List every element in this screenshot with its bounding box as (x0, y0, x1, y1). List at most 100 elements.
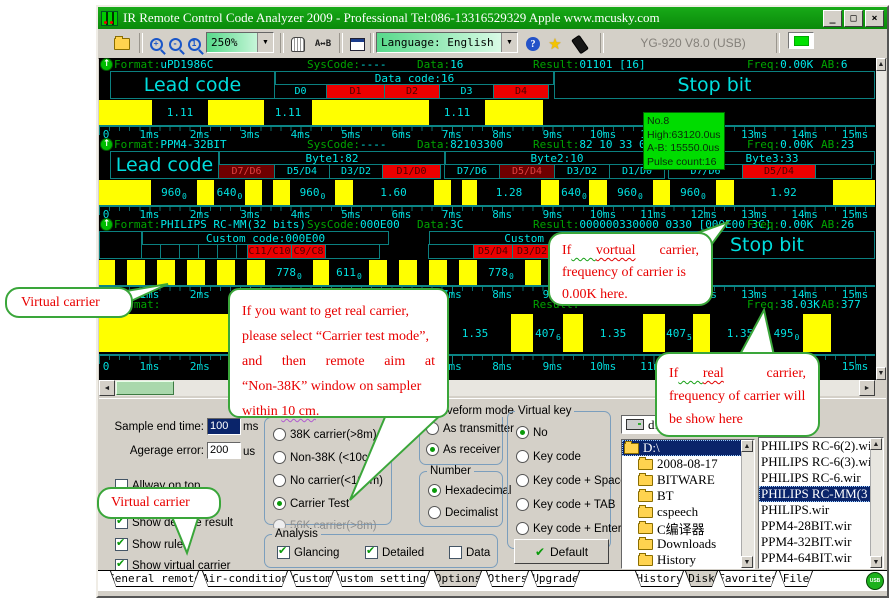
radio-key-code[interactable]: Key code (516, 450, 581, 463)
close-button[interactable]: × (865, 10, 884, 27)
file-name: PHILIPS.wir (761, 502, 829, 518)
segment-label: Custom code:000E00 (142, 231, 389, 245)
folder-item[interactable]: Downloads (622, 536, 754, 552)
sample-end-time-input[interactable]: 100 (207, 418, 241, 435)
radio-decimalist[interactable]: Decimalist (428, 506, 498, 519)
radio-icon (273, 451, 286, 464)
radio-as-transmitter[interactable]: As transmitter (426, 422, 514, 435)
file-name: PPM4-32BIT.wir (761, 534, 851, 550)
header-value: 0.00K (780, 58, 813, 71)
wave-value: 1.35 (727, 327, 754, 340)
tab-upgrade[interactable]: Upgrade (531, 571, 580, 587)
folder-item[interactable]: History (622, 552, 754, 568)
header-value: 0.00K (780, 138, 813, 151)
default-button[interactable]: ✔ Default (514, 539, 609, 564)
scroll-down-button[interactable]: ▼ (741, 556, 753, 568)
row-header: Format:uPD1986CSysCode:----Data:16Result… (99, 58, 875, 71)
folder-item[interactable]: cspeech (622, 504, 754, 520)
wave-mark (99, 260, 115, 285)
file-item[interactable]: PHILIPS RC-6(3).wi (759, 454, 883, 470)
favorites-button[interactable]: ★ (544, 32, 566, 56)
scroll-up-button[interactable]: ▲ (876, 58, 886, 71)
folder-item[interactable]: 2008-08-17 (622, 456, 754, 472)
file-item[interactable]: PPM4-28BIT.wir (759, 518, 883, 534)
radio-key-code-space[interactable]: Key code + Space (516, 474, 627, 487)
radio-non-38k-10cm-[interactable]: Non-38K (<10cm) (273, 451, 381, 464)
radio-key-code-enter[interactable]: Key code + Enter (516, 522, 622, 535)
tab-file[interactable]: File (779, 571, 813, 587)
file-item[interactable]: PHILIPS RC-MM(3 (759, 486, 883, 502)
ab-measure-icon: A↔B (315, 39, 331, 49)
folder-item[interactable]: D:\ (622, 440, 754, 456)
file-item[interactable]: PPM4-64BIT.wir (759, 550, 883, 566)
checkbox-show-ruler[interactable]: Show ruler (115, 538, 187, 551)
folder-item[interactable]: BITWARE (622, 472, 754, 488)
tab-custom[interactable]: Custom (290, 571, 334, 587)
up-arrow-icon[interactable]: ↑ (100, 58, 113, 71)
file-item[interactable]: PHILIPS.wir (759, 502, 883, 518)
checkbox-data[interactable]: Data (449, 546, 490, 559)
toolbar-separator (776, 33, 780, 53)
file-list-scrollbar[interactable]: ▲ ▼ (870, 438, 883, 568)
tab-air-condition[interactable]: Air-condition (202, 571, 288, 587)
help-button[interactable]: ? (522, 32, 544, 56)
folder-item[interactable]: C编译器 (622, 520, 754, 536)
chevron-down-icon[interactable]: ▼ (257, 33, 273, 52)
checkbox-glancing[interactable]: Glancing (277, 546, 339, 559)
radio-carrier-test[interactable]: Carrier Test (273, 497, 349, 510)
scroll-up-button[interactable]: ▲ (870, 438, 882, 450)
file-item[interactable]: PHILIPS RC-6.wir (759, 470, 883, 486)
tab-label: Others (487, 571, 528, 586)
virtual-carrier-callout-left: Virtual carrier (5, 287, 133, 318)
radio-no[interactable]: No (516, 426, 548, 439)
zoom-in-icon: + (150, 38, 163, 51)
tab-disk[interactable]: Disk (685, 571, 718, 587)
vertical-scrollbar[interactable]: ▲ ▼ (876, 58, 886, 380)
up-arrow-icon[interactable]: ↑ (100, 218, 113, 231)
scrollbar-thumb[interactable] (116, 381, 174, 395)
radio-as-receiver[interactable]: As receiver (426, 443, 501, 456)
checkbox-detailed[interactable]: Detailed (365, 546, 424, 559)
measure-ab-button[interactable]: A↔B (310, 32, 336, 56)
file-item[interactable]: PPM4-32BIT.wir (759, 534, 883, 550)
header-label: Format: (114, 218, 160, 231)
chevron-down-icon[interactable]: ▼ (501, 33, 517, 52)
radio-label: Key code (533, 451, 581, 463)
radio-no-carrier-10cm-[interactable]: No carrier(<10cm) (273, 474, 383, 487)
up-arrow-icon[interactable]: ↑ (100, 138, 113, 151)
wave-value: 1.11 (167, 106, 194, 119)
scroll-left-button[interactable]: ◄ (99, 380, 115, 396)
window-view-button[interactable] (345, 32, 369, 56)
scroll-up-button[interactable]: ▲ (741, 440, 753, 452)
scroll-down-button[interactable]: ▼ (870, 556, 882, 568)
bit-cell (179, 244, 199, 259)
file-item[interactable]: PHILIPS RC-6(2).wi (759, 438, 883, 454)
zoom-reset-button[interactable]: 1 (183, 32, 205, 56)
folder-item[interactable]: BT (622, 488, 754, 504)
tab-favorites[interactable]: Favorites (719, 571, 777, 587)
folder-list-scrollbar[interactable]: ▲ ▼ (741, 440, 754, 568)
minimize-button[interactable]: _ (823, 10, 842, 27)
tab-history[interactable]: History (635, 571, 684, 587)
tab-custom-settings[interactable]: Custom settings (336, 571, 430, 587)
tab-others[interactable]: Others (486, 571, 529, 587)
wave-value-sub: 0 (638, 192, 643, 201)
file-name: PHILIPS RC-6.wir (761, 470, 861, 486)
zoom-level-select[interactable]: 250% ▼ (206, 32, 274, 53)
maximize-button[interactable]: □ (844, 10, 863, 27)
radio-38k-carrier-8m-[interactable]: 38K carrier(>8m) (273, 428, 377, 441)
agerage-error-input[interactable]: 200 (207, 442, 241, 459)
language-select[interactable]: Language: English ▼ (376, 32, 518, 53)
remote-button[interactable] (568, 32, 592, 56)
pan-tool-button[interactable] (286, 32, 310, 56)
tab-general-remote[interactable]: General remote (110, 571, 199, 587)
tab-options[interactable]: Options (434, 571, 482, 587)
wave-value: 1.60 (380, 186, 407, 199)
file-name: PHILIPS RC-6(2).wi (761, 438, 872, 454)
open-file-button[interactable] (108, 32, 136, 56)
radio-hexadecimal[interactable]: Hexadecimal (428, 484, 511, 497)
header-field: Format:PPM4-32BIT (114, 138, 227, 151)
scroll-right-button[interactable]: ► (859, 380, 875, 396)
radio-key-code-tab[interactable]: Key code + TAB (516, 498, 615, 511)
scroll-down-button[interactable]: ▼ (876, 367, 886, 380)
